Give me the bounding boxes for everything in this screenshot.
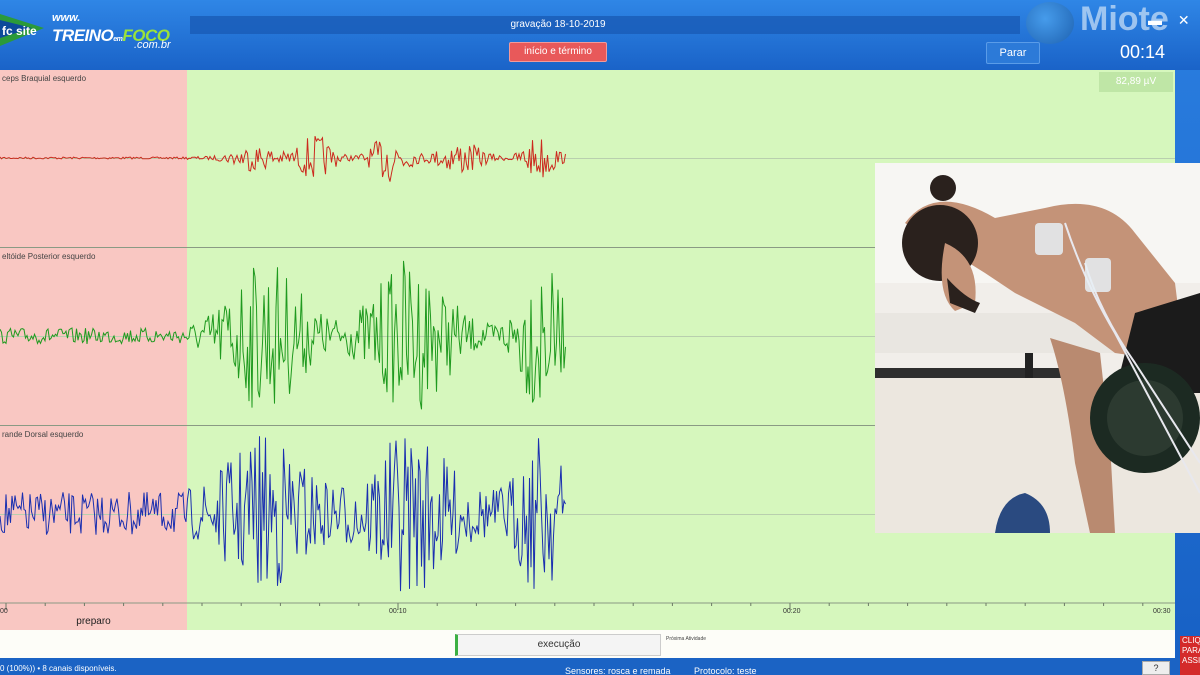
logo-domain: .com.br <box>134 39 171 51</box>
protocol-status: Protocolo: teste <box>694 666 757 675</box>
emg-app-window: gravação 18-10-2019 fc site www. TREINOe… <box>0 0 1200 675</box>
start-end-button[interactable]: início e término <box>509 42 607 62</box>
header-bar: gravação 18-10-2019 fc site www. TREINOe… <box>0 0 1200 70</box>
prep-phase-label: preparo <box>76 616 111 627</box>
logo-prefix: fc site <box>2 24 37 38</box>
emg-trace-3 <box>0 436 566 592</box>
emg-trace-2 <box>0 260 566 410</box>
emg-trace-1 <box>0 136 566 182</box>
help-button[interactable]: ? <box>1142 661 1170 675</box>
execution-phase-box[interactable]: execução <box>455 634 661 656</box>
amplitude-readout: 82,89 µV <box>1099 72 1173 92</box>
tick-label: 00:10 <box>389 608 407 615</box>
subscribe-banner[interactable]: CLIQ PARA ASSI <box>1180 636 1200 675</box>
athlete-video-frame <box>875 163 1200 533</box>
next-activity-label: Próxima Atividade <box>666 636 707 642</box>
logo-www: www. <box>52 12 81 24</box>
sensors-status: Sensores: rosca e remada <box>565 666 671 675</box>
window-controls[interactable]: ▬ ✕ <box>1148 12 1196 29</box>
tick-label: 00:20 <box>783 608 801 615</box>
status-bar: 0 (100%)) • 8 canais disponíveis. Sensor… <box>0 658 1200 675</box>
webcam-video <box>875 163 1200 533</box>
globe-icon <box>1026 2 1074 44</box>
channels-status: 0 (100%)) • 8 canais disponíveis. <box>0 664 117 673</box>
site-logo: fc site www. TREINOemFOCO .com.br <box>0 6 190 54</box>
tick-label: 00:30 <box>1153 608 1171 615</box>
tick-label: 00 <box>0 608 8 615</box>
activity-bar: execução Próxima Atividade <box>0 630 1175 658</box>
